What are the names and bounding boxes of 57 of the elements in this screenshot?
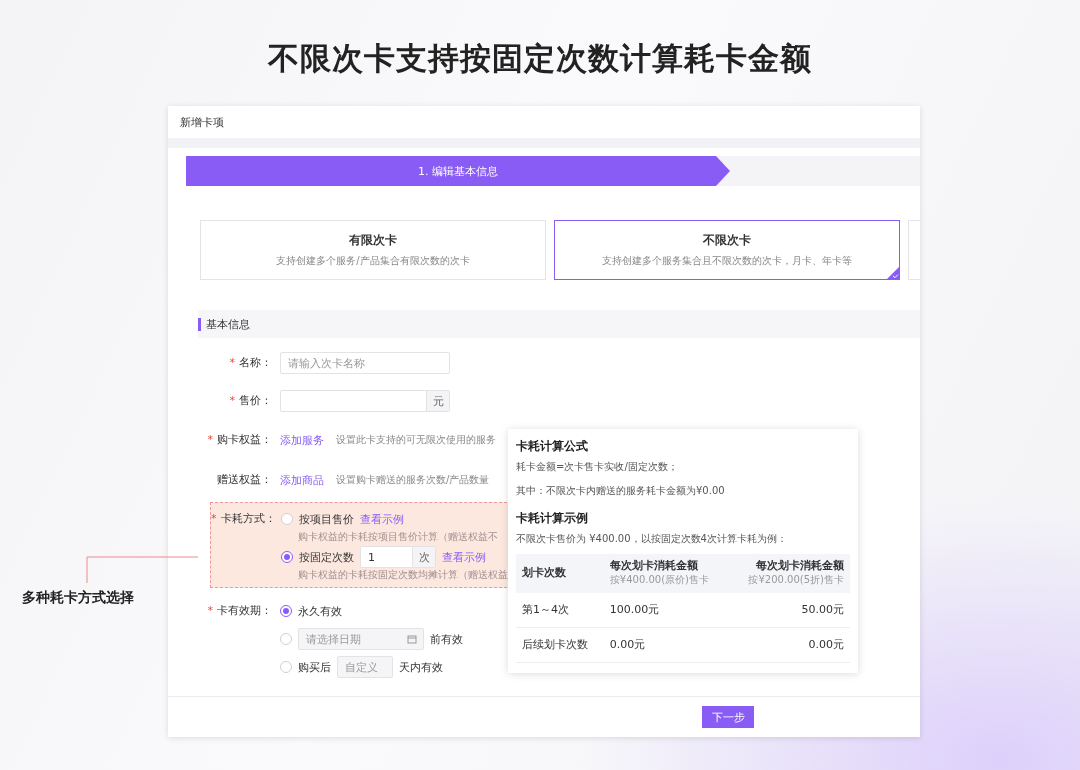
required-mark: * [207,433,213,446]
table-cell: 100.00元 [603,592,729,628]
hint-text: 购卡权益的卡耗按固定次数均摊计算（赠送权益 [297,568,509,582]
popover-title: 卡耗计算公式 [516,438,589,455]
required-mark: * [229,394,235,407]
headline: 不限次卡支持按固定次数计算耗卡金额 [266,39,813,78]
hint-text: 设置购卡赠送的服务次数/产品数量 [336,473,490,487]
field-label: 售价： [239,394,272,407]
count-field[interactable]: 1 次 [360,546,436,568]
card-type-option[interactable]: 有限次卡 支持创建多个服务/产品集合有限次数的次卡 [200,220,546,280]
table-cell: 0.00元 [728,627,850,663]
table-cell: 第1～4次 [516,592,604,628]
date-field[interactable]: 请选择日期 [298,628,424,650]
example-link[interactable]: 查看示例 [442,549,486,565]
note-text: 其中：不限次卡内赠送的服务耗卡金额为¥0.00 [516,484,726,498]
field-label: 赠送权益： [217,473,272,486]
add-link[interactable]: 添加服务 [280,432,324,448]
field-label: 卡有效期： [217,604,272,617]
column-header: 划卡次数 [516,554,604,593]
card-type-option[interactable] [908,220,920,280]
field-label: 购卡权益： [217,433,272,446]
option-label: 前有效 [430,631,463,647]
calendar-icon [407,634,417,644]
input-field[interactable]: 请输入次卡名称 [280,352,450,374]
formula-text: 耗卡金额=次卡售卡实收/固定次数； [516,460,679,474]
table-cell: 50.00元 [728,592,850,628]
check-corner-icon [887,267,899,279]
field-label: 名称： [239,356,272,369]
required-mark: * [229,356,235,369]
card-type-option[interactable]: 不限次卡 支持创建多个服务集合且不限次数的次卡，月卡、年卡等 [554,220,900,280]
required-mark: * [211,512,217,525]
radio-button[interactable] [280,605,292,617]
window-title: 新增卡项 [180,114,224,130]
example-text: 不限次卡售价为 ¥400.00，以按固定次数4次计算卡耗为例： [516,532,788,546]
add-link[interactable]: 添加商品 [280,472,324,488]
popover-title: 卡耗计算示例 [516,510,589,527]
table-cell: 0.00元 [603,627,729,663]
option-label: 购买后 [298,659,331,675]
field-label: 卡耗方式： [220,512,276,525]
column-header: 每次划卡消耗金额 按¥200.00(5折)售卡 [728,554,850,593]
next-button[interactable]: 下一步 [702,706,754,728]
option-label: 按项目售价 [299,511,354,527]
table-cell: 后续划卡次数 [516,627,604,663]
example-link[interactable]: 查看示例 [360,511,404,527]
days-field[interactable]: 自定义 [337,656,393,678]
section-header: 基本信息 [198,310,920,338]
option-label: 按固定次数 [299,549,354,565]
annotation-label: 多种耗卡方式选择 [22,589,134,607]
radio-button[interactable] [281,551,293,563]
column-header: 每次划卡消耗金额 按¥400.00(原价)售卡 [603,554,729,593]
hint-text: 设置此卡支持的可无限次使用的服务 [336,433,496,447]
step-tab[interactable]: 1. 编辑基本信息 [186,156,730,186]
hint-text: 购卡权益的卡耗按项目售价计算（赠送权益不 [297,530,499,544]
option-label: 天内有效 [399,659,443,675]
price-field[interactable]: 元 [280,390,450,412]
required-mark: * [207,604,213,617]
option-label: 永久有效 [298,603,342,619]
